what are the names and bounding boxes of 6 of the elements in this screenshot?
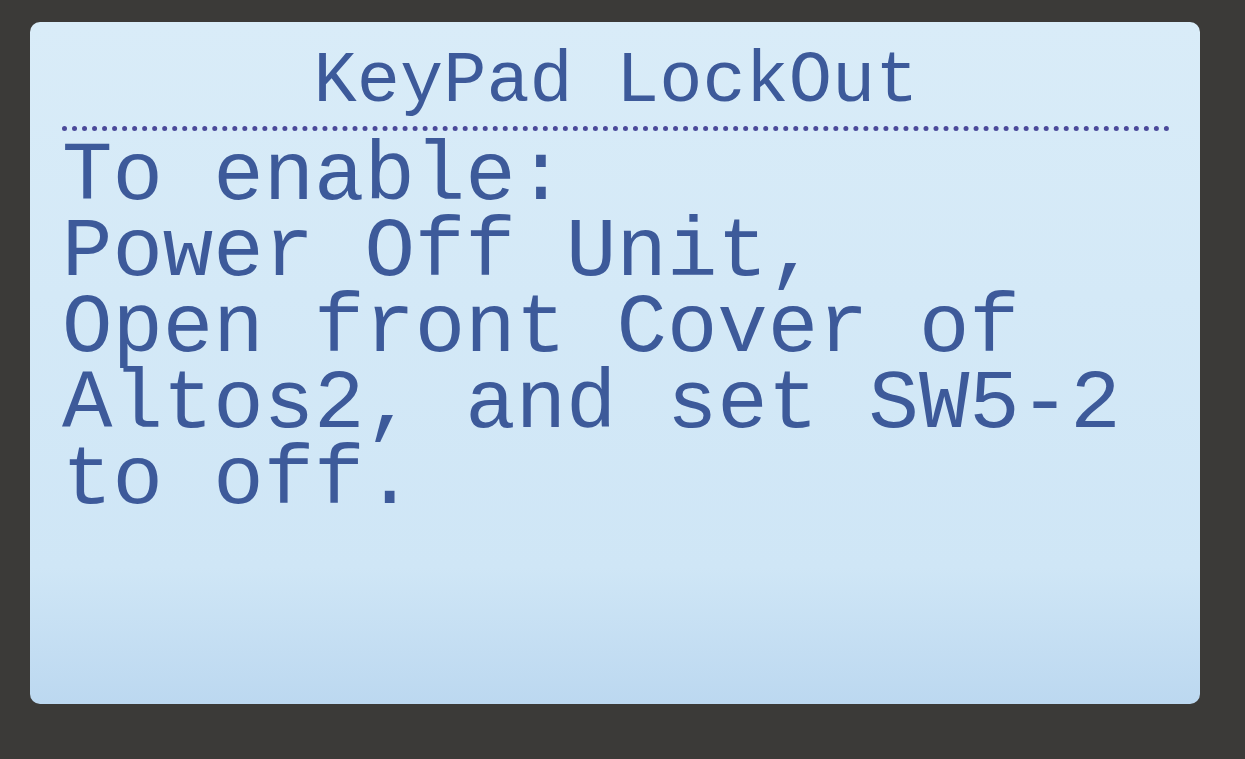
message-line: to off.: [62, 443, 416, 519]
message-line: Open front Cover of: [62, 291, 1020, 367]
message-line: To enable:: [62, 139, 568, 215]
screen-title: KeyPad LockOut: [313, 40, 919, 124]
message-line: Altos2, and set SW5-2: [62, 367, 1122, 443]
message-line: Power Off Unit,: [62, 215, 819, 291]
